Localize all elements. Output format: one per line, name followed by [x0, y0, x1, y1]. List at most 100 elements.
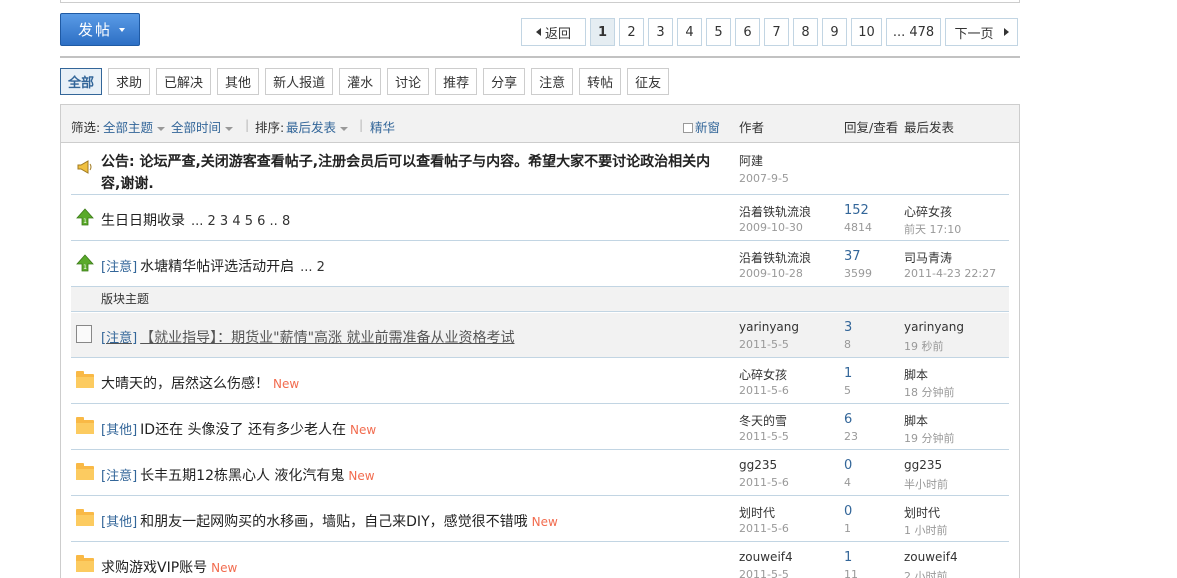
- author-name[interactable]: zouweif4: [739, 550, 793, 564]
- tab-other[interactable]: 其他: [217, 68, 260, 95]
- pager-page-1[interactable]: 1: [590, 18, 615, 46]
- thread-title[interactable]: 生日日期收录... 2 3 4 5 6 .. 8: [101, 210, 290, 230]
- reply-count[interactable]: 1: [844, 366, 852, 381]
- last-post-time[interactable]: 前天 17:10: [904, 221, 961, 237]
- sort-last-post[interactable]: 最后发表: [286, 117, 348, 136]
- tab-share[interactable]: 分享: [483, 68, 526, 95]
- pager-page-3[interactable]: 3: [648, 18, 673, 46]
- last-post-user[interactable]: gg235: [904, 458, 942, 472]
- thread-type[interactable]: [其他]: [101, 515, 137, 530]
- divider: [60, 56, 1020, 58]
- tab-chat[interactable]: 灌水: [339, 68, 382, 95]
- last-post-time[interactable]: 18 分钟前: [904, 384, 955, 400]
- filter-all-topics[interactable]: 全部主题: [103, 117, 165, 136]
- new-window-toggle[interactable]: 新窗: [683, 117, 720, 136]
- tab-notice[interactable]: 注意: [531, 68, 574, 95]
- author-name[interactable]: 沿着铁轨流浪: [739, 249, 811, 266]
- reply-count[interactable]: 37: [844, 249, 861, 264]
- thread-type[interactable]: [其他]: [101, 423, 137, 438]
- author-name[interactable]: 心碎女孩: [739, 366, 787, 383]
- tab-discuss[interactable]: 讨论: [387, 68, 430, 95]
- pager-page-5[interactable]: 5: [706, 18, 731, 46]
- author-name[interactable]: 冬天的雪: [739, 412, 787, 429]
- new-badge: New: [531, 515, 558, 529]
- reply-count[interactable]: 0: [844, 458, 852, 473]
- thread-title[interactable]: [注意] 水塘精华帖评选活动开启... 2: [101, 256, 325, 276]
- tab-repost[interactable]: 转帖: [579, 68, 622, 95]
- folder-icon: [76, 417, 94, 434]
- thread-row[interactable]: [其他] ID还在 头像没了 还有多少老人在 New 冬天的雪 2011-5-5 6…: [71, 405, 1009, 450]
- pager-back-button[interactable]: 返回: [521, 18, 586, 46]
- last-post-user[interactable]: 脚本: [904, 412, 928, 429]
- pager-page-6[interactable]: 6: [735, 18, 760, 46]
- author-name[interactable]: 划时代: [739, 504, 775, 521]
- author-name[interactable]: yarinyang: [739, 320, 799, 334]
- reply-count[interactable]: 6: [844, 412, 852, 427]
- thread-title[interactable]: [注意] 【就业指导】：期货业"薪情"高涨 就业前需准备从业资格考试: [101, 327, 514, 347]
- thread-type[interactable]: [注意]: [101, 260, 137, 275]
- thread-row[interactable]: 大晴天的，居然这么伤感！ New 心碎女孩 2011-5-6 1 5 脚本 18 …: [71, 359, 1009, 404]
- announcement-title[interactable]: 公告: 论坛严查,关闭游客查看帖子,注册会员后可以查看帖子与内容。希望大家不要讨…: [101, 151, 721, 195]
- chevron-down-icon[interactable]: [119, 28, 125, 32]
- column-last-post: 最后发表: [904, 120, 955, 135]
- tab-friends[interactable]: 征友: [627, 68, 670, 95]
- last-post-time[interactable]: 2 小时前: [904, 568, 948, 578]
- last-post-user[interactable]: 心碎女孩: [904, 203, 952, 220]
- pager-page-10[interactable]: 10: [851, 18, 882, 46]
- thread-row[interactable]: [注意] 长丰五期12栋黑心人 液化汽有鬼 New gg235 2011-5-6 0…: [71, 451, 1009, 496]
- sticky-arrow-icon: 1: [76, 208, 94, 229]
- thread-list-header: 筛选: 全部主题 全部时间 | 排序: 最后发表 | 精华 新窗 作者 回复/查…: [61, 105, 1019, 143]
- pager-last-page[interactable]: ... 478: [886, 18, 941, 46]
- reply-count[interactable]: 3: [844, 320, 852, 335]
- thread-row[interactable]: [其他] 和朋友一起网购买的水移画，墙贴，自己来DIY，感觉很不错哦 New 划时代…: [71, 497, 1009, 542]
- tab-help[interactable]: 求助: [108, 68, 151, 95]
- reply-count[interactable]: 0: [844, 504, 852, 519]
- pager-page-7[interactable]: 7: [764, 18, 789, 46]
- pager-page-2[interactable]: 2: [619, 18, 644, 46]
- last-post-user[interactable]: zouweif4: [904, 550, 958, 564]
- checkbox-icon[interactable]: [683, 123, 693, 133]
- section-header: 版块主题: [71, 287, 1009, 312]
- thread-title[interactable]: [其他] 和朋友一起网购买的水移画，墙贴，自己来DIY，感觉很不错哦 New: [101, 511, 558, 531]
- thread-list: 筛选: 全部主题 全部时间 | 排序: 最后发表 | 精华 新窗 作者 回复/查…: [60, 104, 1020, 578]
- post-button[interactable]: 发帖: [60, 13, 140, 46]
- sticky-thread-row[interactable]: 1 生日日期收录... 2 3 4 5 6 .. 8 沿着铁轨流浪 2009-1…: [71, 196, 1009, 241]
- filter-digest[interactable]: 精华: [370, 117, 395, 136]
- filter-all-time[interactable]: 全部时间: [171, 117, 233, 136]
- pager-page-9[interactable]: 9: [822, 18, 847, 46]
- tab-newcomer[interactable]: 新人报道: [265, 68, 334, 95]
- last-post-time[interactable]: 19 秒前: [904, 338, 944, 354]
- thread-title[interactable]: 大晴天的，居然这么伤感！ New: [101, 373, 299, 393]
- pager-page-4[interactable]: 4: [677, 18, 702, 46]
- thread-row[interactable]: [注意] 【就业指导】：期货业"薪情"高涨 就业前需准备从业资格考试 yariny…: [71, 313, 1009, 358]
- thread-pages[interactable]: ... 2 3 4 5 6 .. 8: [191, 214, 290, 229]
- sticky-thread-row[interactable]: 1 [注意] 水塘精华帖评选活动开启... 2 沿着铁轨流浪 2009-10-28…: [71, 242, 1009, 287]
- last-post-time[interactable]: 19 分钟前: [904, 430, 955, 446]
- last-post-user[interactable]: 划时代: [904, 504, 940, 521]
- last-post-user[interactable]: 脚本: [904, 366, 928, 383]
- svg-text:1: 1: [83, 218, 87, 225]
- thread-title[interactable]: [其他] ID还在 头像没了 还有多少老人在 New: [101, 419, 376, 439]
- thread-row[interactable]: 求购游戏VIP账号 New zouweif4 2011-5-5 1 11 zouw…: [71, 543, 1009, 578]
- author-name[interactable]: 阿建: [739, 152, 763, 169]
- tab-recommend[interactable]: 推荐: [435, 68, 478, 95]
- tab-all[interactable]: 全部: [60, 68, 103, 95]
- thread-type[interactable]: [注意]: [101, 331, 137, 346]
- author-name[interactable]: 沿着铁轨流浪: [739, 203, 811, 220]
- reply-count[interactable]: 152: [844, 203, 869, 218]
- last-post-user[interactable]: yarinyang: [904, 320, 964, 334]
- author-name[interactable]: gg235: [739, 458, 777, 472]
- thread-title[interactable]: [注意] 长丰五期12栋黑心人 液化汽有鬼 New: [101, 465, 375, 485]
- thread-pages[interactable]: ... 2: [300, 260, 325, 275]
- last-post-user[interactable]: 司马青涛: [904, 249, 952, 266]
- pager-next-button[interactable]: 下一页: [945, 18, 1018, 46]
- thread-type[interactable]: [注意]: [101, 469, 137, 484]
- reply-count[interactable]: 1: [844, 550, 852, 565]
- last-post-time[interactable]: 半小时前: [904, 476, 948, 492]
- tab-solved[interactable]: 已解决: [156, 68, 212, 95]
- announcement-row[interactable]: 公告: 论坛严查,关闭游客查看帖子,注册会员后可以查看帖子与内容。希望大家不要讨…: [71, 144, 1009, 195]
- last-post-time[interactable]: 1 小时前: [904, 522, 948, 538]
- pager-page-8[interactable]: 8: [793, 18, 818, 46]
- last-post-time[interactable]: 2011-4-23 22:27: [904, 267, 996, 280]
- thread-title[interactable]: 求购游戏VIP账号 New: [101, 557, 237, 577]
